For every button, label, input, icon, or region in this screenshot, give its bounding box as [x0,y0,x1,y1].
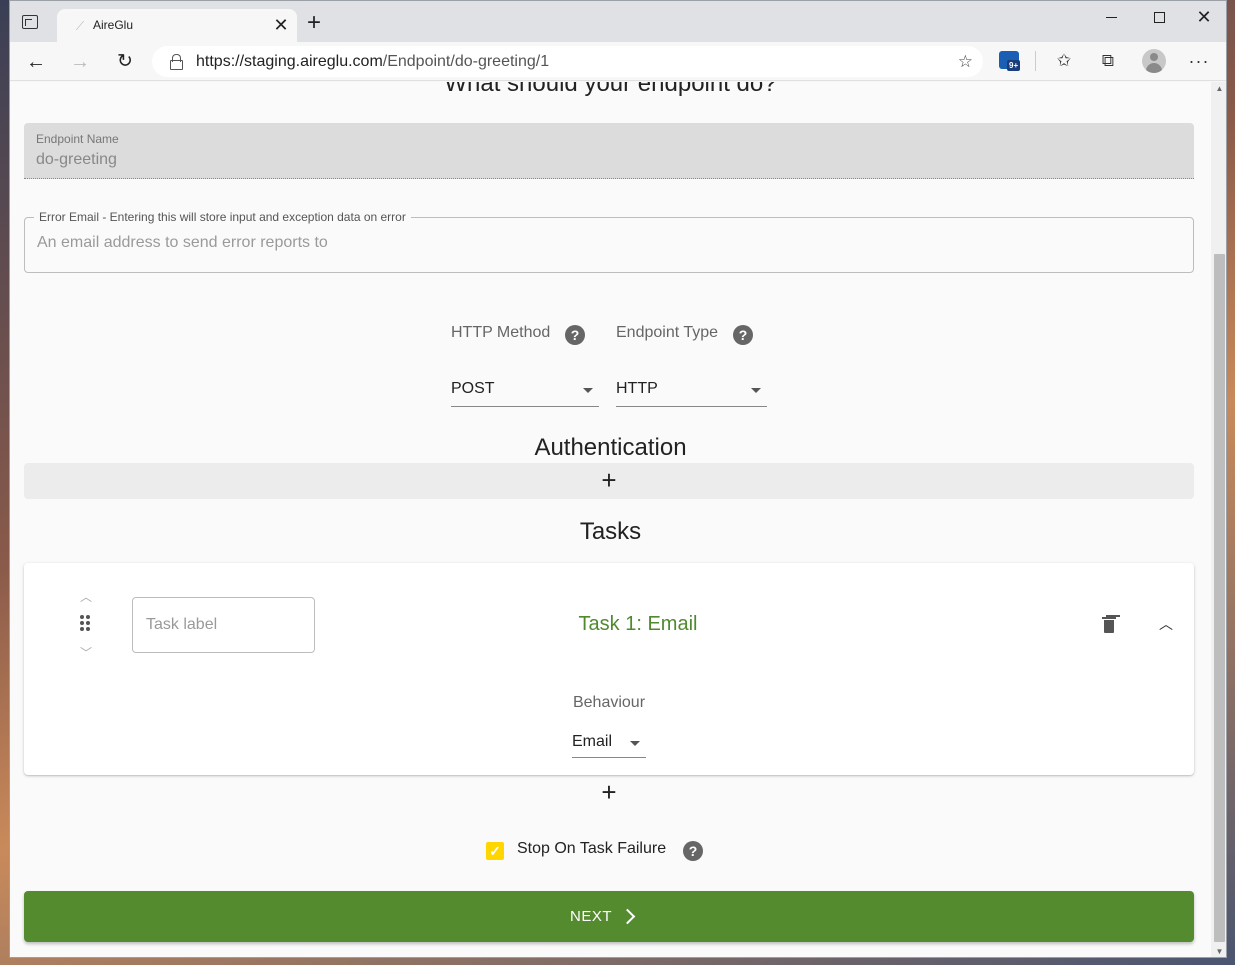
scroll-up-arrow-icon[interactable]: ▲ [1211,82,1226,96]
tasks-title: Tasks [579,518,642,545]
new-tab-button[interactable]: + [303,11,325,35]
next-button-label: NEXT [570,908,613,925]
http-method-value: POST [451,380,495,397]
http-method-select[interactable]: POST [451,370,599,407]
endpoint-name-field: Endpoint Name do-greeting [24,123,1194,179]
endpoint-type-help-icon[interactable]: ? [733,325,753,345]
extension-icon[interactable]: 9+ [999,51,1021,71]
scroll-down-arrow-icon[interactable]: ▼ [1211,945,1226,957]
collections-icon[interactable]: ⧉ [1096,49,1120,73]
endpoint-type-value: HTTP [616,380,658,397]
error-email-label: Error Email - Entering this will store i… [34,210,411,224]
task-title: Task 1: Email [578,613,698,635]
endpoint-type-select[interactable]: HTTP [616,370,767,407]
close-window-button[interactable]: ✕ [1189,5,1219,29]
stop-on-failure-checkbox[interactable]: ✓ [486,842,504,860]
chevron-right-icon [623,908,633,924]
page-viewport: What should your endpoint do? Endpoint N… [10,82,1211,957]
collapse-chevron-up-icon[interactable]: ︿ [1157,615,1175,633]
maximize-button[interactable] [1144,5,1174,29]
lock-icon[interactable] [170,54,183,70]
endpoint-name-label: Endpoint Name [36,132,119,146]
stop-on-failure-help-icon[interactable]: ? [683,841,703,861]
browser-tab[interactable]: ⟋ AireGlu ✕ [57,9,297,43]
dropdown-caret-icon [583,388,593,393]
dropdown-caret-icon [630,741,640,746]
dropdown-caret-icon [751,388,761,393]
toolbar-divider [1035,51,1036,71]
forward-arrow-icon[interactable]: → [66,48,94,76]
url-text[interactable]: https://staging.aireglu.com/Endpoint/do-… [196,53,549,71]
authentication-title: Authentication [534,434,687,461]
move-down-chevron-icon[interactable]: ﹀ [80,647,92,659]
browser-toolbar: ← → ↻ https://staging.aireglu.com/Endpoi… [10,42,1226,81]
url-path: /Endpoint/do-greeting/1 [382,53,550,70]
refresh-icon[interactable]: ↻ [111,48,139,76]
favorites-icon[interactable]: ✩ [1052,49,1076,73]
next-button[interactable]: NEXT [24,891,1194,942]
profile-avatar-icon[interactable] [1142,49,1166,73]
http-method-help-icon[interactable]: ? [565,325,585,345]
back-arrow-icon[interactable]: ← [22,48,50,76]
url-host: https://staging.aireglu.com [196,53,383,70]
endpoint-type-label: Endpoint Type [616,324,719,341]
move-up-chevron-icon[interactable]: ︿ [80,591,92,603]
add-authentication-button[interactable]: + [24,463,1194,499]
page-heading: What should your endpoint do? [444,82,777,97]
behaviour-label: Behaviour [572,694,646,711]
more-menu-icon[interactable]: ··· [1187,49,1211,73]
error-email-field[interactable]: Error Email - Entering this will store i… [24,210,1194,273]
add-task-button[interactable]: + [24,775,1194,811]
error-email-input[interactable] [37,234,1177,252]
tab-close-icon[interactable]: ✕ [271,15,291,35]
http-method-label: HTTP Method [451,324,551,341]
stop-on-failure-label[interactable]: Stop On Task Failure [517,840,666,858]
minimize-button[interactable] [1097,5,1127,29]
scrollbar-thumb[interactable] [1214,254,1225,942]
tab-actions-icon[interactable] [22,15,38,29]
tab-bar: ⟋ AireGlu ✕ + ✕ [10,1,1226,43]
address-bar[interactable]: https://staging.aireglu.com/Endpoint/do-… [152,46,983,77]
favicon-icon: ⟋ [75,19,85,33]
delete-task-trash-icon[interactable] [1102,615,1118,635]
tab-title: AireGlu [93,18,134,32]
behaviour-value: Email [572,733,613,750]
browser-window: ⟋ AireGlu ✕ + ✕ ← → ↻ https://staging.ai… [9,0,1227,958]
add-favorite-icon[interactable]: ☆ [958,52,973,72]
task-card: ︿ ﹀ Task 1: Email ︿ Behaviour Email [24,563,1194,775]
behaviour-select[interactable]: Email [572,726,646,758]
extension-badge: 9+ [1007,60,1021,71]
page-scrollbar[interactable]: ▲ ▼ [1211,82,1226,957]
endpoint-name-value: do-greeting [36,151,117,168]
